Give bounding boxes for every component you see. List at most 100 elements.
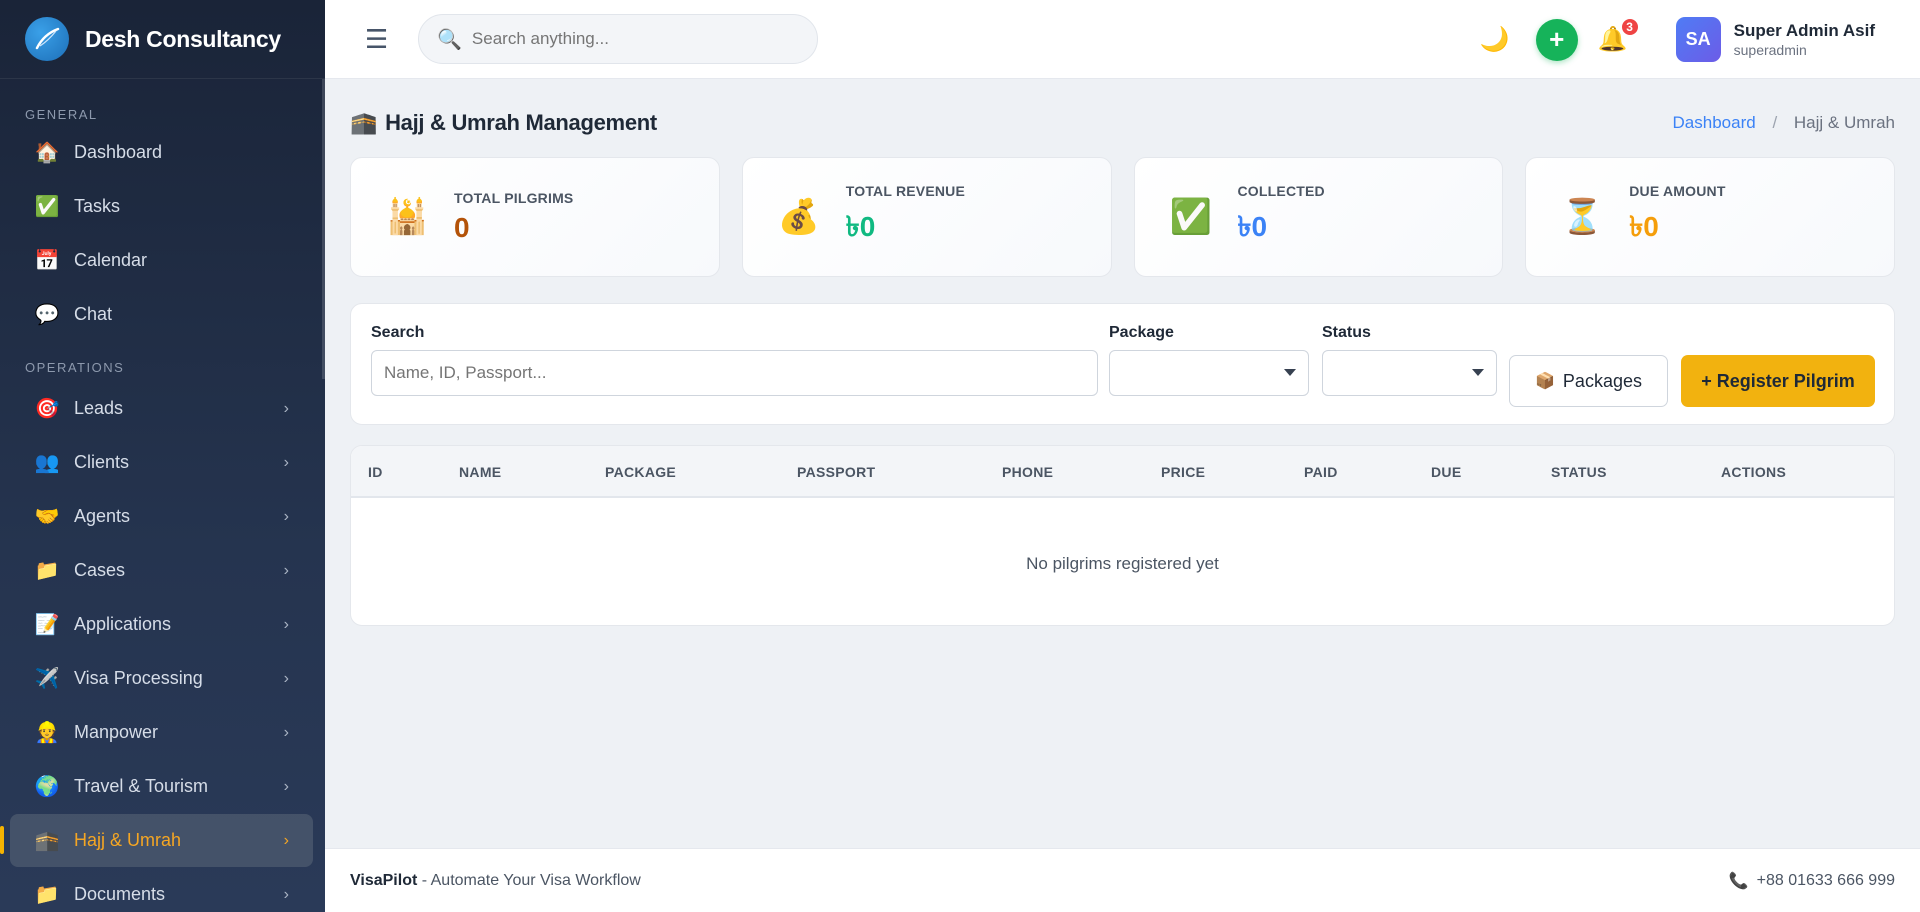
sidebar-item-manpower[interactable]: 👷 Manpower › [10,706,313,759]
chevron-right-icon: › [283,507,289,525]
checkbox-icon: ✅ [34,196,60,218]
chevron-right-icon: › [283,831,289,849]
sidebar-item-label: Agents [74,506,131,526]
filter-panel: Search Package Status 📦 Packages + Regis… [350,303,1895,425]
sidebar-item-label: Chat [74,304,113,324]
global-search-input[interactable] [471,29,792,49]
sidebar-item-label: Visa Processing [74,668,203,688]
package-select[interactable] [1109,350,1309,396]
section-label-general: GENERAL [25,107,98,122]
stat-card: 🕌 TOTAL PILGRIMS 0 [350,157,720,277]
sidebar-item-visa-processing[interactable]: ✈️ Visa Processing › [10,652,313,705]
column-header-name[interactable]: NAME [459,464,501,480]
stat-card: ⏳ DUE AMOUNT ৳0 [1525,157,1895,277]
chevron-right-icon: › [283,885,289,903]
speech-bubble-icon: 💬 [34,304,60,326]
breadcrumb-separator: / [1772,113,1778,132]
globe-icon: 🌍 [34,776,60,798]
search-icon: 🔍 [437,28,462,51]
brand-name: Desh Consultancy [85,25,281,52]
notifications-bell-icon[interactable]: 🔔 3 [1598,17,1640,54]
quick-add-button[interactable]: + [1535,18,1578,61]
phone-icon: 📞 [1728,872,1749,890]
breadcrumb-dashboard-link[interactable]: Dashboard [1673,113,1756,132]
sidebar-item-calendar[interactable]: 📅 Calendar [10,234,313,287]
kaaba-icon: 🕋 [34,830,60,852]
chevron-right-icon: › [283,615,289,633]
column-header-price[interactable]: PRICE [1161,464,1205,480]
sidebar-item-travel-and-tourism[interactable]: 🌍 Travel & Tourism › [10,760,313,813]
register-pilgrim-button[interactable]: + Register Pilgrim [1681,355,1875,407]
stat-label: TOTAL PILGRIMS [454,190,574,206]
column-header-passport[interactable]: PASSPORT [797,464,875,480]
sidebar-item-leads[interactable]: 🎯 Leads › [10,382,313,435]
pilgrims-table: ID NAME PACKAGE PASSPORT PHONE PRICE PAID DUE ST… [350,445,1895,626]
dark-mode-toggle-icon[interactable]: 🌙 [1480,25,1510,54]
house-icon: 🏠 [34,142,60,164]
mosque-icon: 🕌 [386,198,429,236]
sidebar-item-label: Leads [74,398,124,418]
avatar[interactable]: SA [1675,17,1721,62]
chevron-right-icon: › [283,399,289,417]
stat-value: ৳0 [1237,210,1268,242]
column-header-paid[interactable]: PAID [1304,464,1338,480]
main-content: 🕋 Hajj & Umrah Management Dashboard / Ha… [350,79,1895,626]
sidebar-item-chat[interactable]: 💬 Chat [10,288,313,341]
chevron-down-icon [1472,369,1484,376]
footer-brand[interactable]: VisaPilot [350,872,417,889]
column-header-actions[interactable]: ACTIONS [1721,464,1786,480]
global-search[interactable]: 🔍 [418,14,818,64]
sidebar-item-hajj-and-umrah[interactable]: 🕋 Hajj & Umrah › [0,814,313,867]
user-name: Super Admin Asif [1733,21,1875,40]
sidebar-item-cases[interactable]: 📁 Cases › [10,544,313,597]
footer: VisaPilot - Automate Your Visa Workflow … [325,848,1920,912]
target-icon: 🎯 [34,398,60,420]
footer-credit: VisaPilot - Automate Your Visa Workflow [350,872,641,890]
column-header-status[interactable]: STATUS [1551,464,1607,480]
sidebar-item-label: Clients [74,452,130,472]
sidebar-item-label: Travel & Tourism [74,776,209,796]
sidebar-item-agents[interactable]: 🤝 Agents › [10,490,313,543]
sidebar-item-label: Manpower [74,722,159,742]
stat-value: 0 [454,212,470,243]
column-header-phone[interactable]: PHONE [1002,464,1053,480]
user-menu[interactable]: Super Admin Asif superadmin [1734,21,1875,58]
sidebar-item-label: Documents [74,884,166,904]
pilgrim-search-input[interactable] [371,350,1098,396]
breadcrumb-current: Hajj & Umrah [1793,113,1895,132]
sidebar-item-label: Hajj & Umrah [74,830,182,850]
package-filter-label: Package [1109,324,1174,341]
user-role: superadmin [1733,42,1807,58]
column-header-due[interactable]: DUE [1431,464,1461,480]
page-header: 🕋 Hajj & Umrah Management Dashboard / Ha… [350,79,1895,167]
sidebar-item-clients[interactable]: 👥 Clients › [10,436,313,489]
sidebar-item-dashboard[interactable]: 🏠 Dashboard [10,126,313,179]
hourglass-icon: ⏳ [1561,198,1604,236]
section-label-operations: OPERATIONS [25,360,125,375]
sidebar-item-tasks[interactable]: ✅ Tasks [10,180,313,233]
calendar-icon: 📅 [34,250,60,272]
chevron-right-icon: › [283,723,289,741]
footer-phone[interactable]: +88 01633 666 999 [1757,872,1895,890]
sidebar-item-documents[interactable]: 📁 Documents › [10,868,313,912]
memo-icon: 📝 [34,614,60,636]
sidebar-item-applications[interactable]: 📝 Applications › [10,598,313,651]
menu-toggle-icon[interactable]: ☰ [365,24,389,55]
sidebar-item-label: Dashboard [74,142,163,162]
footer-tagline: - Automate Your Visa Workflow [417,871,641,889]
stats-row: 🕌 TOTAL PILGRIMS 0 💰 TOTAL REVENUE ৳0 ✅ COLLECT… [350,157,1895,277]
sidebar: Desh Consultancy GENERAL 🏠 Dashboard ✅ Task… [0,0,325,912]
stat-value: ৳0 [845,210,876,242]
chevron-right-icon: › [283,561,289,579]
sidebar-scrollbar[interactable] [322,79,325,379]
package-box-icon: 📦 [1535,373,1555,390]
packages-button[interactable]: 📦 Packages [1509,355,1668,407]
people-icon: 👥 [34,452,60,474]
table-header: ID NAME PACKAGE PASSPORT PHONE PRICE PAID DUE ST… [351,446,1894,498]
column-header-package[interactable]: PACKAGE [605,464,676,480]
stat-card: ✅ COLLECTED ৳0 [1133,157,1504,277]
column-header-id[interactable]: ID [368,464,383,480]
status-select[interactable] [1322,350,1497,396]
brand[interactable]: Desh Consultancy [0,0,325,79]
status-filter-label: Status [1322,324,1371,341]
